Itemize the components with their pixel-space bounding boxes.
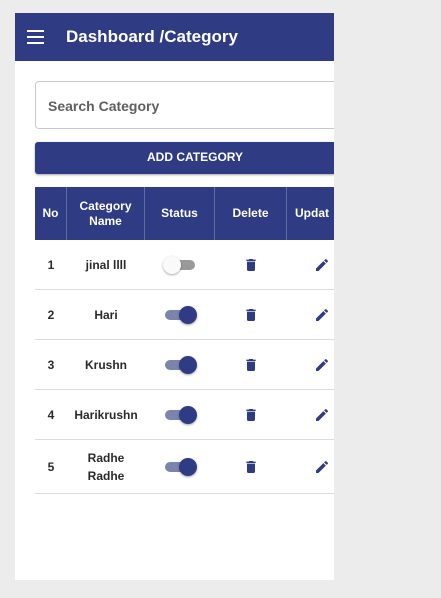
pencil-icon[interactable] xyxy=(314,257,330,273)
row-number: 5 xyxy=(47,459,55,474)
add-category-button[interactable]: ADD CATEGORY xyxy=(35,142,334,174)
table-row: 2 Hari xyxy=(35,290,334,340)
table-row: 3 Krushn xyxy=(35,340,334,390)
pencil-icon[interactable] xyxy=(314,459,330,475)
category-table: No Category Name Status Delete Updat 1 j… xyxy=(35,187,334,494)
trash-icon[interactable] xyxy=(243,307,259,323)
delete-cell xyxy=(215,390,287,439)
table-row: 5 Radhe Radhe xyxy=(35,440,334,494)
menu-icon[interactable] xyxy=(27,30,44,44)
status-cell xyxy=(145,390,215,439)
header-category-name: Category Name xyxy=(67,187,145,240)
status-cell xyxy=(145,340,215,389)
search-input[interactable] xyxy=(48,96,328,116)
category-name: jinal llll xyxy=(85,257,127,272)
status-cell xyxy=(145,290,215,339)
header-update: Updat xyxy=(295,206,329,220)
delete-cell xyxy=(215,240,287,289)
header-no: No xyxy=(35,187,67,240)
pencil-icon[interactable] xyxy=(314,407,330,423)
table-row: 4 Harikrushn xyxy=(35,390,334,440)
status-toggle[interactable] xyxy=(163,405,197,425)
trash-icon[interactable] xyxy=(243,357,259,373)
status-toggle[interactable] xyxy=(163,255,197,275)
update-cell xyxy=(287,290,334,339)
row-number: 3 xyxy=(47,357,55,372)
status-cell xyxy=(145,440,215,493)
trash-icon[interactable] xyxy=(243,459,259,475)
update-cell xyxy=(287,390,334,439)
header-status: Status xyxy=(145,187,215,240)
status-toggle[interactable] xyxy=(163,457,197,477)
trash-icon[interactable] xyxy=(243,407,259,423)
row-number: 1 xyxy=(47,257,55,272)
table-row: 1 jinal llll xyxy=(35,240,334,290)
category-name: Krushn xyxy=(85,357,127,372)
table-header: No Category Name Status Delete Updat xyxy=(35,187,334,240)
search-field[interactable] xyxy=(35,81,334,129)
category-name: Radhe Radhe xyxy=(87,450,125,483)
update-cell xyxy=(287,440,334,493)
pencil-icon[interactable] xyxy=(314,357,330,373)
status-toggle[interactable] xyxy=(163,355,197,375)
status-toggle[interactable] xyxy=(163,305,197,325)
pencil-icon[interactable] xyxy=(314,307,330,323)
page-title: Dashboard /Category xyxy=(66,27,238,46)
update-cell xyxy=(287,240,334,289)
app-screen: Dashboard /Category ADD CATEGORY No Cate… xyxy=(15,13,334,580)
status-cell xyxy=(145,240,215,289)
table-body: 1 jinal llll 2 Hari 3 Krushn 4 Harikrush… xyxy=(35,240,334,494)
category-name: Harikrushn xyxy=(74,407,138,422)
delete-cell xyxy=(215,440,287,493)
row-number: 4 xyxy=(47,407,55,422)
header-delete: Delete xyxy=(215,187,287,240)
trash-icon[interactable] xyxy=(243,257,259,273)
delete-cell xyxy=(215,290,287,339)
update-cell xyxy=(287,340,334,389)
row-number: 2 xyxy=(47,307,55,322)
app-bar: Dashboard /Category xyxy=(15,13,334,61)
add-category-label: ADD CATEGORY xyxy=(147,150,243,164)
category-name: Hari xyxy=(94,307,118,322)
delete-cell xyxy=(215,340,287,389)
